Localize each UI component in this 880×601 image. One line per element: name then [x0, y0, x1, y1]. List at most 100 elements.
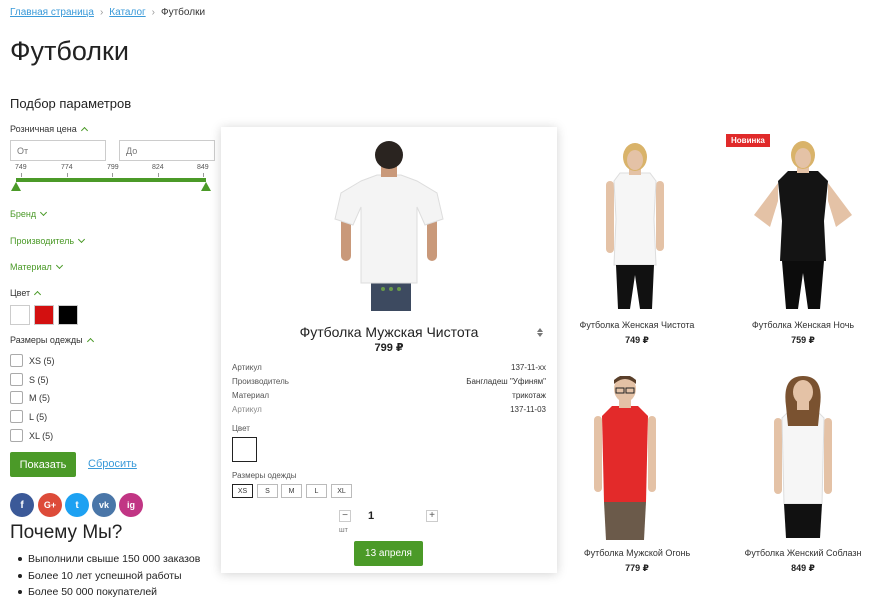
size-option-s[interactable]: S: [257, 484, 278, 498]
filter-color-label: Цвет: [10, 288, 31, 298]
chevron-down-icon: [40, 208, 48, 217]
filter-manufacturer-toggle[interactable]: Производитель: [10, 235, 86, 246]
product-image-woman-white-tshirt[interactable]: [598, 141, 672, 311]
size-checkbox[interactable]: [10, 429, 23, 442]
why-us-item: Выполнили свыше 150 000 заказов: [18, 551, 200, 568]
prop-name: Производитель: [232, 377, 289, 386]
prop-value: Бангладеш "Уфиням": [466, 377, 546, 386]
instagram-icon[interactable]: ig: [119, 493, 143, 517]
breadcrumb-home-link[interactable]: Главная страница: [10, 7, 94, 18]
quick-view-scroller[interactable]: [535, 325, 545, 339]
size-option-m[interactable]: M: [281, 484, 302, 498]
color-swatch-white[interactable]: [10, 305, 30, 325]
product-image-woman-white-tshirt-2[interactable]: [768, 376, 838, 540]
filter-manufacturer-label: Производитель: [10, 236, 75, 246]
product-image-woman-black-tshirt[interactable]: [748, 141, 858, 311]
breadcrumb-separator-icon: ›: [99, 7, 104, 18]
filter-sizes-label: Размеры одежды: [10, 335, 83, 345]
arrow-down-icon[interactable]: [537, 332, 543, 337]
show-results-button[interactable]: Показать: [10, 452, 76, 477]
vk-icon[interactable]: vk: [92, 493, 116, 517]
product-price: 749 ₽: [625, 335, 649, 345]
color-swatch-red[interactable]: [34, 305, 54, 325]
prop-value: 137-11-xx: [511, 363, 546, 372]
qty-unit: шт: [339, 527, 348, 534]
twitter-icon[interactable]: t: [65, 493, 89, 517]
size-checkbox-label: M (5): [29, 392, 50, 403]
prop-value: трикотаж: [512, 391, 546, 400]
breadcrumb-separator-icon: ›: [151, 7, 155, 18]
filter-price-toggle[interactable]: Розничная цена: [10, 124, 88, 135]
size-checkbox[interactable]: [10, 410, 23, 423]
price-range-min-handle[interactable]: [11, 182, 21, 191]
product-name[interactable]: Футболка Женская Ночь: [733, 320, 873, 330]
filter-sizes-toggle[interactable]: Размеры одежды: [10, 335, 94, 346]
product-name[interactable]: Футболка Женский Соблазн: [733, 548, 873, 558]
size-checkbox[interactable]: [10, 373, 23, 386]
price-scale-label: 824: [152, 164, 164, 171]
size-checkbox-row[interactable]: XL (5): [10, 429, 53, 442]
size-checkbox[interactable]: [10, 391, 23, 404]
price-scale-label: 774: [61, 164, 73, 171]
size-option-xl[interactable]: XL: [331, 484, 352, 498]
breadcrumb-catalog-link[interactable]: Каталог: [109, 7, 145, 18]
product-image-man-white-tshirt[interactable]: [331, 141, 447, 311]
size-option-xs[interactable]: XS: [232, 484, 253, 498]
why-us-item: Более 50 000 покупателей: [18, 584, 200, 601]
price-scale-tick: [67, 173, 68, 177]
product-name[interactable]: Футболка Мужской Огонь: [567, 548, 707, 558]
price-to-input[interactable]: [119, 140, 215, 161]
quick-view-sizes-label: Размеры одежды: [232, 471, 297, 480]
price-range-max-handle[interactable]: [201, 182, 211, 191]
why-us-title: Почему Мы?: [10, 522, 123, 543]
price-from-input[interactable]: [10, 140, 106, 161]
chevron-up-icon: [34, 290, 42, 299]
price-scale-label: 849: [197, 164, 209, 171]
size-checkbox-row[interactable]: L (5): [10, 410, 47, 423]
quick-view-color-white[interactable]: [232, 437, 257, 462]
arrow-up-icon[interactable]: [537, 327, 543, 332]
chevron-up-icon: [80, 126, 88, 135]
quick-view-card: Футболка Мужская Чистота 799 ₽ Артикул 1…: [221, 127, 557, 573]
product-price: 849 ₽: [791, 563, 815, 573]
buy-button[interactable]: 13 апреля: [354, 541, 423, 566]
color-swatch-black[interactable]: [58, 305, 78, 325]
prop-value: 137-11-03: [510, 405, 546, 414]
why-us-list: Выполнили свыше 150 000 заказов Более 10…: [18, 551, 200, 601]
google-plus-icon[interactable]: G+: [38, 493, 62, 517]
filter-brand-toggle[interactable]: Бренд: [10, 208, 48, 219]
price-scale-tick: [203, 173, 204, 177]
size-checkbox-row[interactable]: XS (5): [10, 354, 55, 367]
qty-minus-button[interactable]: −: [339, 510, 351, 522]
size-checkbox-row[interactable]: M (5): [10, 391, 50, 404]
qty-value[interactable]: 1: [366, 510, 376, 522]
size-checkbox[interactable]: [10, 354, 23, 367]
chevron-down-icon: [78, 235, 86, 244]
filter-title: Подбор параметров: [10, 96, 132, 111]
size-checkbox-label: XS (5): [29, 355, 55, 366]
size-checkbox-label: L (5): [29, 411, 48, 422]
filter-material-toggle[interactable]: Материал: [10, 261, 63, 272]
filter-color-toggle[interactable]: Цвет: [10, 288, 42, 299]
price-scale-label: 749: [15, 164, 27, 171]
qty-plus-button[interactable]: +: [426, 510, 438, 522]
facebook-icon[interactable]: f: [10, 493, 34, 517]
product-image-man-red-tshirt[interactable]: [590, 376, 660, 540]
product-name[interactable]: Футболка Женская Чистота: [567, 320, 707, 330]
size-checkbox-row[interactable]: S (5): [10, 373, 49, 386]
price-scale-tick: [21, 173, 22, 177]
product-price: 779 ₽: [625, 563, 649, 573]
chevron-down-icon: [55, 261, 63, 270]
reset-filter-link[interactable]: Сбросить: [88, 458, 137, 470]
quick-view-color-label: Цвет: [232, 424, 250, 433]
prop-name: Артикул: [232, 363, 262, 372]
size-checkbox-label: XL (5): [29, 430, 54, 441]
price-scale-tick: [112, 173, 113, 177]
why-us-item: Более 10 лет успешной работы: [18, 568, 200, 585]
size-checkbox-label: S (5): [29, 374, 49, 385]
size-option-l[interactable]: L: [306, 484, 327, 498]
price-range-track[interactable]: [16, 178, 206, 182]
price-scale-tick: [158, 173, 159, 177]
prop-name: Материал: [232, 391, 270, 400]
quick-view-title: Футболка Мужская Чистота: [299, 324, 479, 340]
